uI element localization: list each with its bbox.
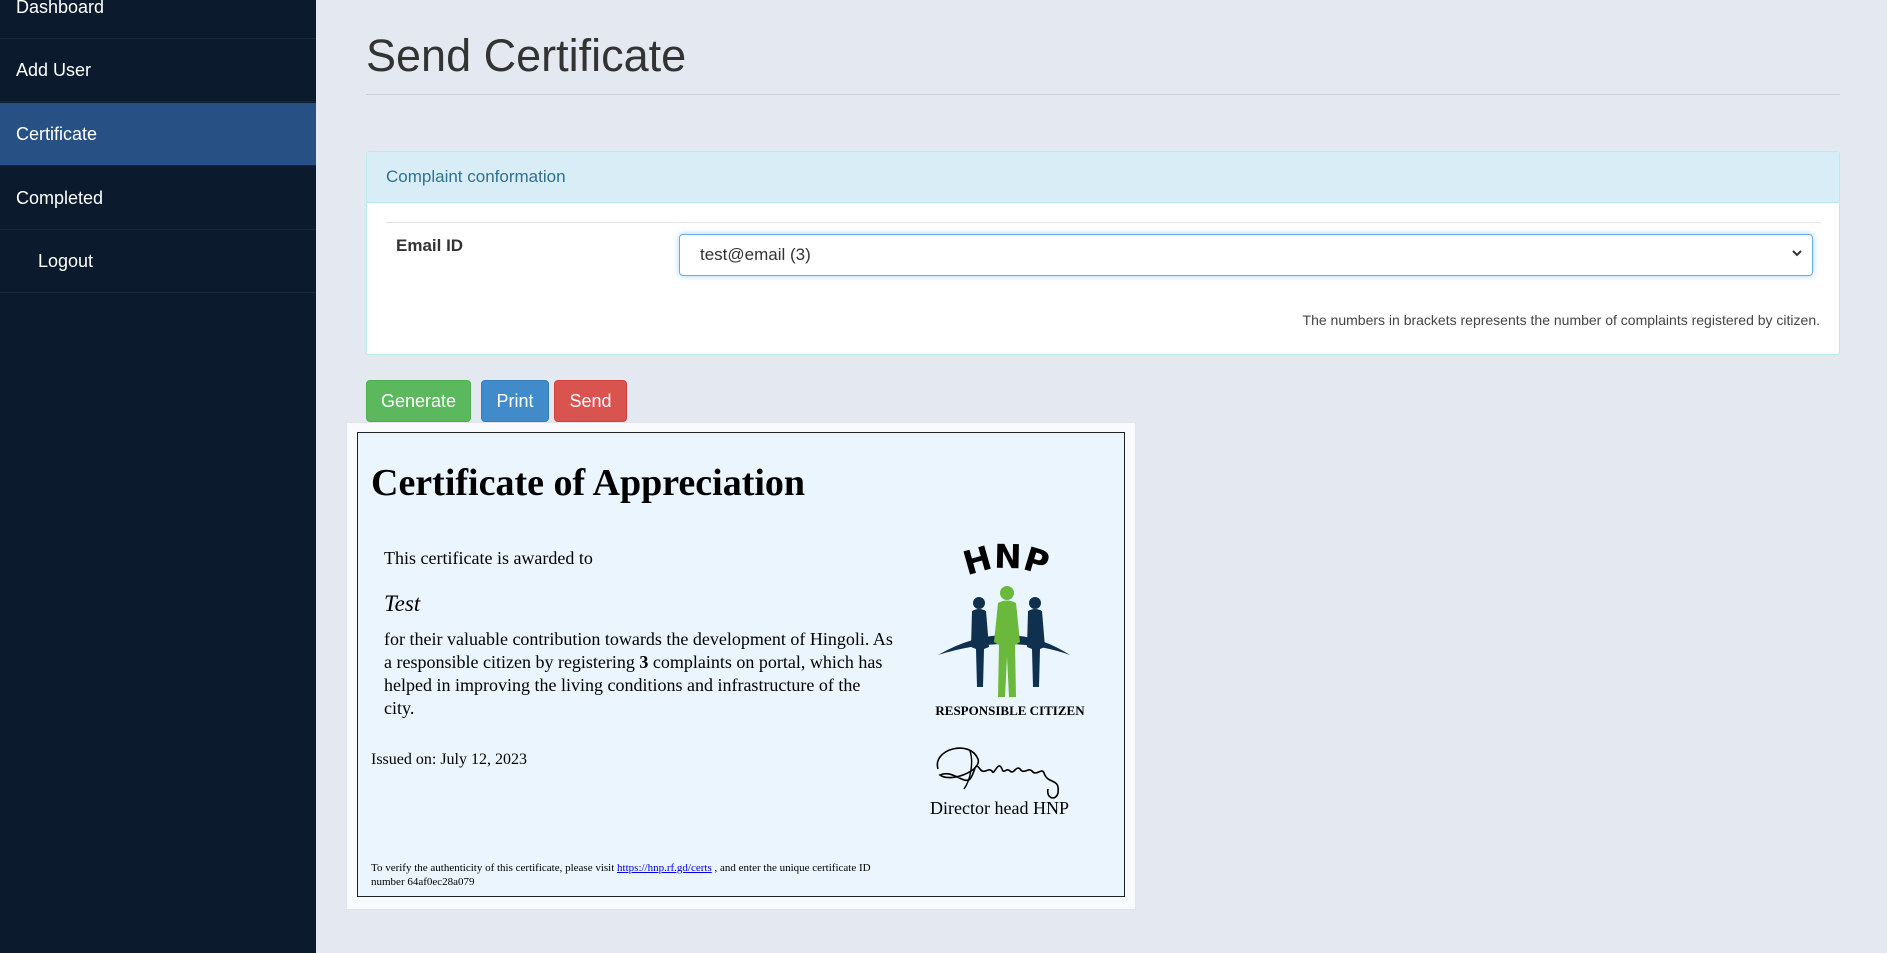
title-divider <box>366 94 1840 95</box>
certificate: Certificate of Appreciation This certifi… <box>357 432 1125 897</box>
panel-divider <box>386 222 1821 223</box>
chevron-down-icon <box>1792 250 1802 257</box>
generate-button[interactable]: Generate <box>366 380 471 422</box>
issued-date: Issued on: July 12, 2023 <box>371 751 527 768</box>
print-button[interactable]: Print <box>481 380 549 422</box>
certificate-body: for their valuable contribution towards … <box>384 628 894 720</box>
sidebar-item-label: Add User <box>16 59 92 80</box>
certificate-title: Certificate of Appreciation <box>371 462 806 504</box>
email-label: Email ID <box>396 236 464 255</box>
certificate-preview: Certificate of Appreciation This certifi… <box>346 422 1136 910</box>
svg-text:HNP: HNP <box>959 537 1054 583</box>
sidebar-item-label: Completed <box>16 187 104 208</box>
sidebar-item-certificate[interactable]: Certificate <box>0 103 316 166</box>
sidebar: Dashboard Add User Certificate Completed… <box>0 0 316 953</box>
sidebar-item-logout[interactable]: Logout <box>0 230 316 293</box>
sidebar-item-completed[interactable]: Completed <box>0 167 316 230</box>
verify-text: To verify the authenticity of this certi… <box>371 861 891 889</box>
email-select[interactable]: test@email (3) <box>679 234 1813 276</box>
panel-heading: Complaint conformation <box>367 152 1839 203</box>
hnp-logo: HNP RESPONSIBLE CITIZEN <box>932 537 1088 718</box>
send-button[interactable]: Send <box>554 380 627 422</box>
page-title: Send Certificate <box>366 30 687 81</box>
recipient-name: Test <box>384 591 421 616</box>
sidebar-item-dashboard[interactable]: Dashboard <box>0 0 316 39</box>
logo-graphic: HNP <box>938 537 1070 697</box>
email-select-value: test@email (3) <box>700 245 811 264</box>
help-text: The numbers in brackets represents the n… <box>1302 312 1820 328</box>
logo-caption: RESPONSIBLE CITIZEN <box>935 703 1085 718</box>
awarded-text: This certificate is awarded to <box>384 548 593 568</box>
signatory: Director head HNP <box>930 798 1069 818</box>
sidebar-item-label: Logout <box>38 250 94 271</box>
complaint-panel: Complaint conformation Email ID test@ema… <box>366 151 1840 355</box>
sidebar-item-add-user[interactable]: Add User <box>0 39 316 102</box>
sidebar-item-label: Certificate <box>16 123 98 144</box>
sidebar-item-label: Dashboard <box>16 0 105 17</box>
verify-prefix: To verify the authenticity of this certi… <box>371 862 618 874</box>
verify-link[interactable]: https://hnp.rf.gd/certs <box>617 862 712 874</box>
